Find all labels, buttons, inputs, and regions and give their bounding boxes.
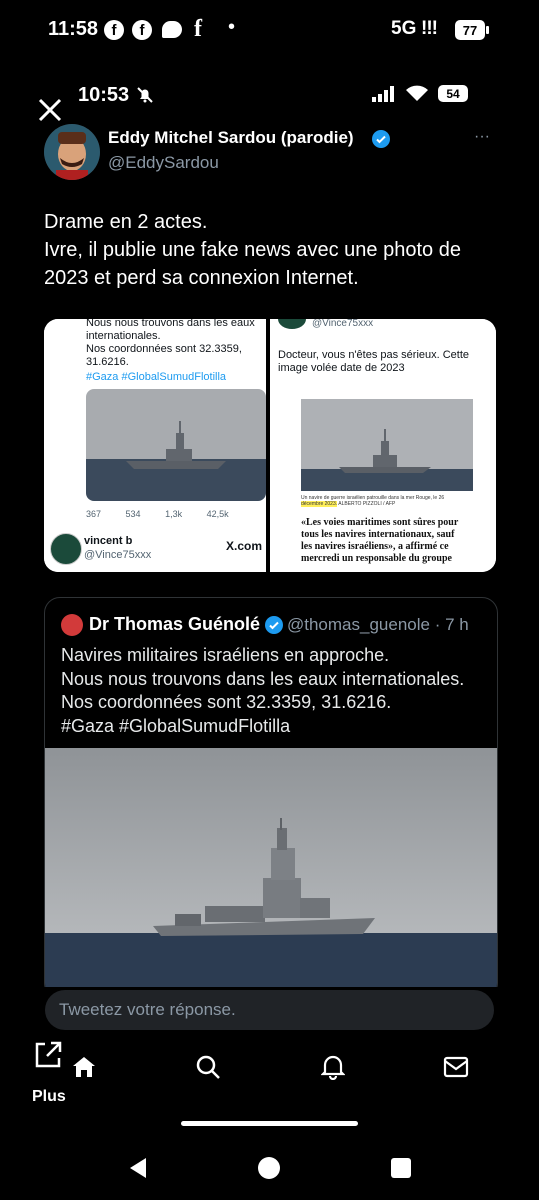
left-text: Nous nous trouvons dans les eaux interna… <box>86 319 255 342</box>
left-stats: 367 534 1,3k 42,5k <box>86 509 266 519</box>
messenger-icon <box>162 21 182 38</box>
verified-badge-icon <box>372 130 390 148</box>
quoted-line: Navires militaires israéliens en approch… <box>61 645 390 665</box>
quoted-text: Navires militaires israéliens en approch… <box>61 644 491 738</box>
photo-caption: Un navire de guerre israélien patrouille… <box>301 495 473 507</box>
more-options-icon[interactable]: ··· <box>474 128 490 146</box>
right-avatar <box>278 319 306 329</box>
verified-badge-icon <box>265 616 283 634</box>
like-count: 1,3k <box>165 509 183 519</box>
facebook-icon: f <box>132 20 152 40</box>
view-count: 42,5k <box>206 509 229 519</box>
right-ship-photo <box>301 399 473 491</box>
vincent-handle: @Vince75xxx <box>84 549 152 561</box>
quoted-line: #Gaza #GlobalSumudFlotilla <box>61 715 291 736</box>
battery-icon: 77 <box>455 20 485 40</box>
home-circle-icon[interactable] <box>257 1156 281 1180</box>
share-icon[interactable] <box>33 1040 63 1070</box>
network-type: 5G <box>391 18 417 39</box>
tweet-text-line: Ivre, il publie une fake news avec une p… <box>44 239 461 289</box>
article-quote: «Les voies maritimes sont sûres pour tou… <box>301 517 459 564</box>
tweet-media[interactable]: Nous nous trouvons dans les eaux interna… <box>44 319 496 572</box>
vincent-avatar <box>50 533 82 565</box>
facebook-icon: f <box>104 20 124 40</box>
inner-battery-icon: 54 <box>438 85 468 102</box>
home-indicator[interactable] <box>181 1121 358 1126</box>
tweet-text: Drame en 2 actes. Ivre, il publie une fa… <box>44 208 504 292</box>
left-ship-photo <box>86 389 266 501</box>
caption-date: décembre 2023. <box>301 501 338 507</box>
caption-credit: ALBERTO PIZZOLI / AFP <box>338 501 396 507</box>
quoted-line: Nous nous trouvons dans les eaux interna… <box>61 668 465 689</box>
bell-icon[interactable] <box>321 1054 345 1080</box>
author-name[interactable]: Eddy Mitchel Sardou (parodie) <box>108 128 354 148</box>
left-coords: Nos coordonnées sont 32.3359, 31.6216. <box>86 343 242 368</box>
quoted-line: Nos coordonnées sont 32.3359, 31.6216. <box>61 692 392 712</box>
quoted-tweet[interactable]: Dr Thomas Guénolé @thomas_guenole · 7 h … <box>44 597 498 987</box>
mail-icon[interactable] <box>443 1056 469 1078</box>
right-handle: @Vince75xxx <box>312 319 374 329</box>
inner-clock: 10:53 <box>78 84 130 106</box>
plus-label[interactable]: Plus <box>32 1088 66 1106</box>
retweet-count: 534 <box>125 509 141 519</box>
close-icon[interactable] <box>36 96 64 124</box>
inner-signal-icon <box>372 86 394 102</box>
search-icon[interactable] <box>195 1054 221 1080</box>
quoted-ship-photo[interactable] <box>45 748 497 987</box>
quoted-avatar[interactable] <box>61 614 83 636</box>
quoted-author-handle[interactable]: @thomas_guenole · 7 h <box>287 615 469 635</box>
back-icon[interactable] <box>126 1156 150 1180</box>
facebook-lite-icon: f <box>194 16 202 42</box>
battery-tip <box>486 26 489 34</box>
recents-icon[interactable] <box>390 1157 412 1179</box>
media-right-panel: @Vince75xxx Docteur, vous n'êtes pas sér… <box>270 319 496 572</box>
author-avatar[interactable] <box>44 124 100 180</box>
quoted-author-name[interactable]: Dr Thomas Guénolé <box>89 614 260 635</box>
device-status-bar: 11:58 f f f • 5G !!! 77 <box>0 0 539 62</box>
tweet-text-line: Drame en 2 actes. <box>44 211 208 233</box>
reply-count: 367 <box>86 509 102 519</box>
author-handle[interactable]: @EddySardou <box>108 153 219 173</box>
home-icon[interactable] <box>72 1056 96 1078</box>
signal-icon: !!! <box>421 18 438 39</box>
device-clock: 11:58 <box>48 18 99 40</box>
reply-input[interactable]: Tweetez votre réponse. <box>45 990 494 1030</box>
more-notifications-dot: • <box>228 16 236 38</box>
bell-muted-icon <box>137 87 153 103</box>
right-text: Docteur, vous n'êtes pas sérieux. Cette … <box>278 349 470 374</box>
wifi-icon <box>406 85 428 101</box>
media-left-panel: Nous nous trouvons dans les eaux interna… <box>44 319 266 572</box>
left-hashtags: #Gaza #GlobalSumudFlotilla <box>86 371 227 383</box>
tweet-screenshot: 10:53 54 Eddy Mitchel Sardou (parodie) @… <box>22 62 518 987</box>
xcom-label: X.com <box>226 539 263 553</box>
vincent-name: vincent b <box>84 535 133 547</box>
